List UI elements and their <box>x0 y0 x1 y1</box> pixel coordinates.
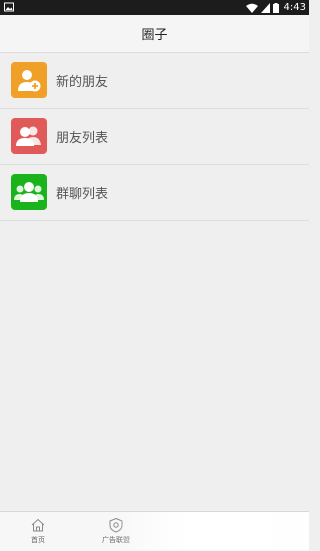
group-chat-icon <box>11 174 47 210</box>
tab-bar-overlay <box>120 512 309 550</box>
menu-item-label: 朋友列表 <box>56 131 109 146</box>
wifi-icon <box>245 3 258 13</box>
image-icon <box>4 2 14 12</box>
home-icon <box>31 518 45 532</box>
friends-icon <box>11 118 47 154</box>
header-bar: 圈子 <box>0 15 309 53</box>
status-time: 4:43 <box>283 2 306 13</box>
tab-home[interactable]: 首页 <box>8 512 68 551</box>
menu-item-new-friends[interactable]: 新的朋友 <box>0 53 309 109</box>
menu-item-friend-list[interactable]: 朋友列表 <box>0 109 309 165</box>
tab-home-label: 首页 <box>31 536 45 544</box>
status-bar: 4:43 <box>0 0 309 15</box>
add-friend-icon <box>11 62 47 98</box>
menu-item-group-chat-list[interactable]: 群聊列表 <box>0 165 309 221</box>
menu-item-label: 新的朋友 <box>56 75 109 90</box>
battery-icon <box>272 2 279 13</box>
page-title: 圈子 <box>141 28 168 43</box>
menu-item-label: 群聊列表 <box>56 187 109 202</box>
signal-icon <box>260 2 270 13</box>
menu-list: 新的朋友 朋友列表 群聊列表 <box>0 53 309 221</box>
